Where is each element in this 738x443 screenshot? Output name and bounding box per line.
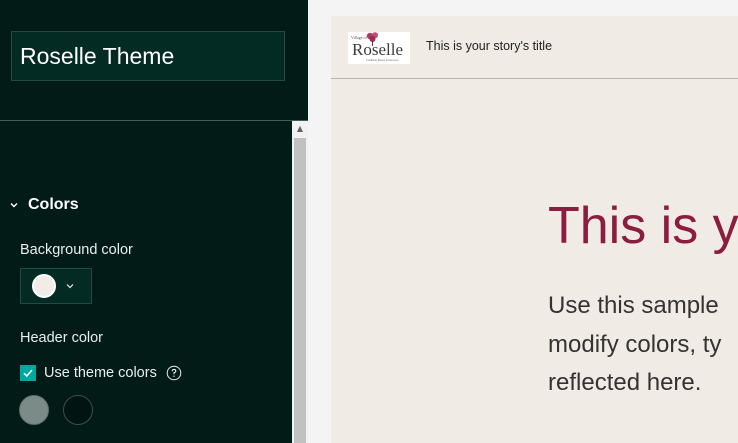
theme-editor-panel: Colors Background color Header color Use… [0, 0, 308, 443]
chevron-down-icon [8, 199, 20, 211]
roselle-logo: Village of Roselle Tradition Meets Tomor… [348, 32, 410, 64]
chevron-down-icon [65, 281, 75, 291]
scroll-up-arrow-icon[interactable]: ▲ [292, 121, 308, 137]
help-icon[interactable] [166, 365, 182, 381]
checkmark-icon [23, 369, 33, 378]
theme-name-input[interactable] [11, 31, 285, 81]
use-theme-colors-label: Use theme colors [44, 365, 157, 381]
hero-body: Use this sample modify colors, ty reflec… [548, 287, 738, 403]
story-preview: Village of Roselle Tradition Meets Tomor… [331, 16, 738, 443]
use-theme-colors-checkbox[interactable] [20, 365, 36, 381]
hero-body-line: reflected here. [548, 369, 702, 396]
story-header: Village of Roselle Tradition Meets Tomor… [331, 16, 738, 79]
header-color-label: Header color [20, 330, 104, 346]
background-color-label: Background color [20, 242, 133, 258]
background-color-swatch [32, 274, 56, 298]
panel-scrollbar-thumb[interactable] [294, 138, 306, 443]
colors-section-label: Colors [28, 196, 79, 213]
header-color-swatch-gray[interactable] [19, 395, 49, 425]
hero-body-line: modify colors, ty [548, 330, 722, 358]
hero-body-line: Use this sample [548, 292, 719, 319]
colors-section-toggle[interactable]: Colors [8, 194, 79, 216]
hero-title: This is y [548, 197, 738, 255]
header-color-swatch-dark[interactable] [63, 395, 93, 425]
panel-divider [0, 120, 308, 121]
background-color-picker[interactable] [20, 268, 92, 304]
logo-tagline: Tradition Meets Tomorrow [366, 58, 399, 62]
story-title: This is your story's title [426, 39, 553, 53]
use-theme-colors-row: Use theme colors [20, 363, 182, 383]
logo-wordmark: Roselle [352, 40, 403, 59]
